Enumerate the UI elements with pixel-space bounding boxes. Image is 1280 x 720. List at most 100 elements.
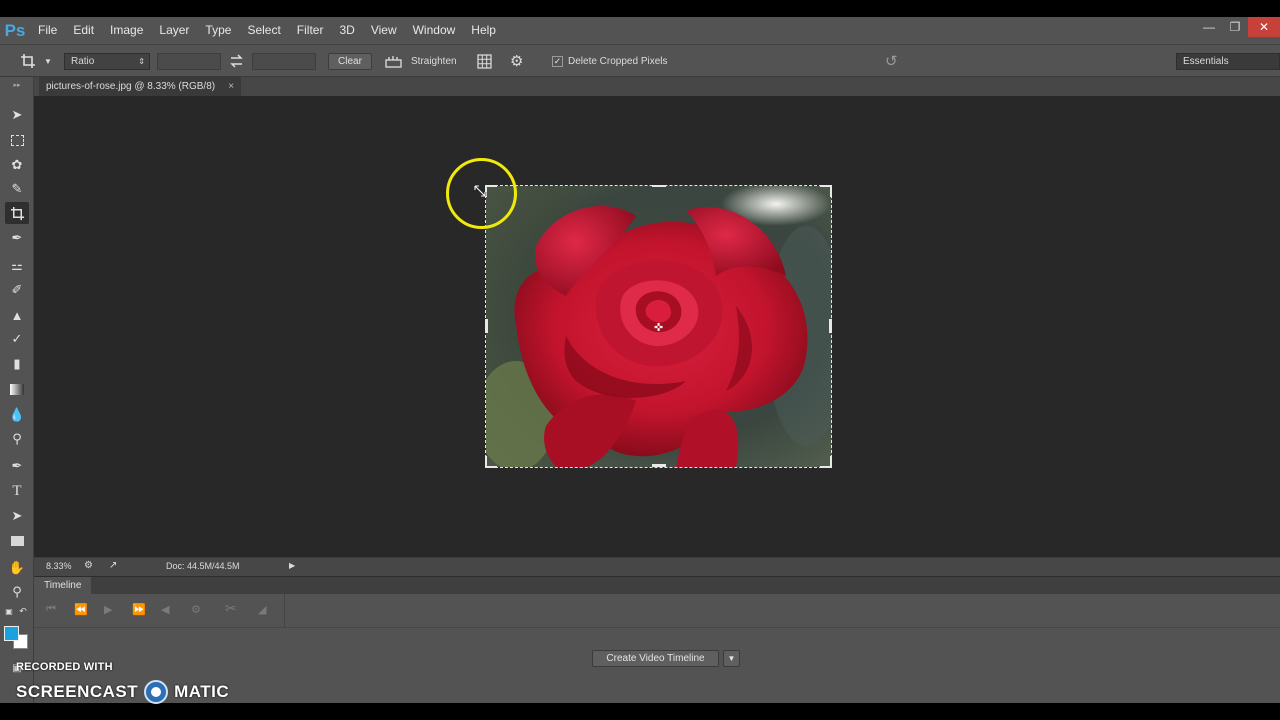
- next-frame-icon[interactable]: ⏩: [132, 603, 146, 616]
- minimize-button[interactable]: —: [1196, 17, 1222, 37]
- status-menu-arrow-icon[interactable]: ▶: [289, 561, 295, 570]
- straighten-label[interactable]: Straighten: [411, 53, 457, 70]
- ratio-select-label: Ratio: [71, 56, 95, 67]
- swap-colors-icon[interactable]: ↶: [16, 605, 30, 617]
- timeline-divider: [284, 594, 285, 628]
- share-icon[interactable]: ↗: [109, 560, 117, 571]
- zoom-level[interactable]: 8.33%: [46, 561, 72, 571]
- eraser-tool-icon[interactable]: ▮: [5, 353, 29, 375]
- options-bar: ▼ Ratio ⇕ Clear Straighten ⚙ ✓ Delete Cr…: [0, 44, 1280, 77]
- dodge-tool-icon[interactable]: ⚲: [5, 428, 29, 450]
- marquee-tool-icon[interactable]: [5, 129, 29, 151]
- play-icon[interactable]: ▶: [104, 603, 112, 616]
- timeline-tab-bar: Timeline: [34, 576, 1280, 595]
- workspace-select[interactable]: Essentials: [1176, 53, 1280, 70]
- overlay-grid-icon[interactable]: [477, 54, 492, 69]
- watermark-brand-right: MATIC: [174, 682, 230, 701]
- menu-edit[interactable]: Edit: [65, 17, 102, 44]
- path-selection-tool-icon[interactable]: ➤: [5, 505, 29, 527]
- foreground-color-swatch[interactable]: [4, 626, 19, 641]
- crop-handle-right[interactable]: [829, 319, 832, 333]
- screen-letterbox-bottom: [0, 703, 1280, 720]
- window-controls: — ❐ ✕: [1196, 17, 1280, 37]
- record-dot-icon: [144, 680, 169, 704]
- tools-panel: ▸▸ ➤ ✿ ✎ ✒ ⚍ ✐ ▲ ✓ ▮ 💧 ⚲ ✒ T ➤ ✋ ⚲ ▣ ↶ ▣: [0, 77, 34, 703]
- brush-tool-icon[interactable]: ✐: [5, 279, 29, 301]
- crop-center-crosshair-icon: ✜: [654, 322, 664, 334]
- quick-selection-tool-icon[interactable]: ✎: [5, 178, 29, 200]
- close-tab-icon[interactable]: ×: [228, 77, 234, 96]
- screen-letterbox-top: [0, 0, 1280, 17]
- menu-help[interactable]: Help: [463, 17, 504, 44]
- tool-preset-chevron-icon[interactable]: ▼: [44, 53, 52, 70]
- menu-filter[interactable]: Filter: [289, 17, 332, 44]
- crop-handle-top-right-v[interactable]: [830, 185, 832, 197]
- gradient-tool-icon[interactable]: [5, 378, 29, 400]
- zoom-tool-icon[interactable]: ⚲: [5, 581, 29, 603]
- lasso-tool-icon[interactable]: ✿: [5, 154, 29, 176]
- menu-window[interactable]: Window: [405, 17, 464, 44]
- type-tool-icon[interactable]: T: [5, 480, 29, 502]
- reset-icon[interactable]: ↺: [885, 53, 898, 70]
- swap-dimensions-icon[interactable]: [229, 54, 244, 68]
- status-bar: 8.33% ⚙ ↗ Doc: 44.5M/44.5M ▶: [34, 557, 1280, 576]
- menu-type[interactable]: Type: [197, 17, 239, 44]
- document-tab-bar: pictures-of-rose.jpg @ 8.33% (RGB/8) ×: [34, 77, 1280, 96]
- menu-select[interactable]: Select: [239, 17, 288, 44]
- timeline-settings-icon[interactable]: ⚙: [191, 603, 201, 616]
- updown-chevron-icon: ⇕: [138, 57, 145, 66]
- document-tab-title: pictures-of-rose.jpg @ 8.33% (RGB/8): [46, 81, 216, 92]
- delete-cropped-pixels-checkbox[interactable]: ✓: [552, 56, 563, 67]
- crop-width-field[interactable]: [157, 53, 221, 70]
- crop-handle-top[interactable]: [652, 185, 666, 187]
- hand-tool-icon[interactable]: ✋: [5, 557, 29, 579]
- crop-handle-left[interactable]: [485, 319, 488, 333]
- menu-3d[interactable]: 3D: [331, 17, 362, 44]
- go-to-first-frame-icon[interactable]: ⏮: [46, 603, 56, 616]
- menu-image[interactable]: Image: [102, 17, 151, 44]
- straighten-icon[interactable]: [385, 54, 402, 69]
- default-colors-icon[interactable]: ▣: [2, 605, 16, 617]
- menu-view[interactable]: View: [363, 17, 405, 44]
- delete-cropped-pixels-label: Delete Cropped Pixels: [568, 56, 668, 67]
- menu-file[interactable]: File: [30, 17, 65, 44]
- clear-button[interactable]: Clear: [328, 53, 372, 70]
- eyedropper-tool-icon[interactable]: ✒: [5, 227, 29, 249]
- document-size: Doc: 44.5M/44.5M: [166, 561, 240, 571]
- resize-cursor-icon: [473, 184, 487, 198]
- watermark-brand: SCREENCAST MATIC: [16, 680, 229, 704]
- split-scissors-icon[interactable]: ✂: [225, 600, 237, 617]
- watermark-recorded-with: RECORDED WITH: [16, 661, 113, 673]
- rectangle-tool-icon[interactable]: [5, 530, 29, 552]
- create-video-timeline-button[interactable]: Create Video Timeline: [592, 650, 719, 667]
- menu-layer[interactable]: Layer: [151, 17, 197, 44]
- crop-handle-bottom-left-v[interactable]: [485, 456, 487, 468]
- blur-tool-icon[interactable]: 💧: [5, 404, 29, 426]
- pen-tool-icon[interactable]: ✒: [5, 455, 29, 477]
- previous-frame-icon[interactable]: ⏪: [74, 603, 88, 616]
- menu-bar: Ps File Edit Image Layer Type Select Fil…: [0, 17, 1280, 44]
- document-tab[interactable]: pictures-of-rose.jpg @ 8.33% (RGB/8) ×: [39, 77, 242, 96]
- healing-brush-tool-icon[interactable]: ⚍: [5, 255, 29, 277]
- watermark-brand-left: SCREENCAST: [16, 682, 139, 701]
- restore-button[interactable]: ❐: [1222, 17, 1248, 37]
- photoshop-logo: Ps: [4, 20, 26, 40]
- crop-handle-bottom[interactable]: [652, 464, 666, 467]
- ratio-select[interactable]: Ratio ⇕: [64, 53, 150, 70]
- transition-icon[interactable]: ◢: [258, 603, 266, 616]
- crop-handle-bottom-right-v[interactable]: [830, 456, 832, 468]
- create-timeline-dropdown-icon[interactable]: ▼: [723, 650, 740, 667]
- collapse-panel-icon[interactable]: ▸▸: [5, 81, 29, 89]
- timeline-tab[interactable]: Timeline: [34, 577, 92, 595]
- crop-preset-icon[interactable]: [20, 53, 36, 69]
- doc-profile-icon[interactable]: ⚙: [84, 560, 93, 571]
- crop-height-field[interactable]: [252, 53, 316, 70]
- audio-icon[interactable]: ◀: [161, 603, 169, 616]
- move-tool-icon[interactable]: ➤: [5, 104, 29, 126]
- clone-stamp-tool-icon[interactable]: ▲: [5, 304, 29, 326]
- close-button[interactable]: ✕: [1248, 17, 1280, 37]
- gear-icon[interactable]: ⚙: [510, 53, 523, 70]
- history-brush-tool-icon[interactable]: ✓: [5, 328, 29, 350]
- crop-tool-icon[interactable]: [5, 202, 29, 224]
- timeline-controls: ⏮ ⏪ ▶ ⏩ ◀ ⚙ ✂ ◢: [34, 594, 1280, 628]
